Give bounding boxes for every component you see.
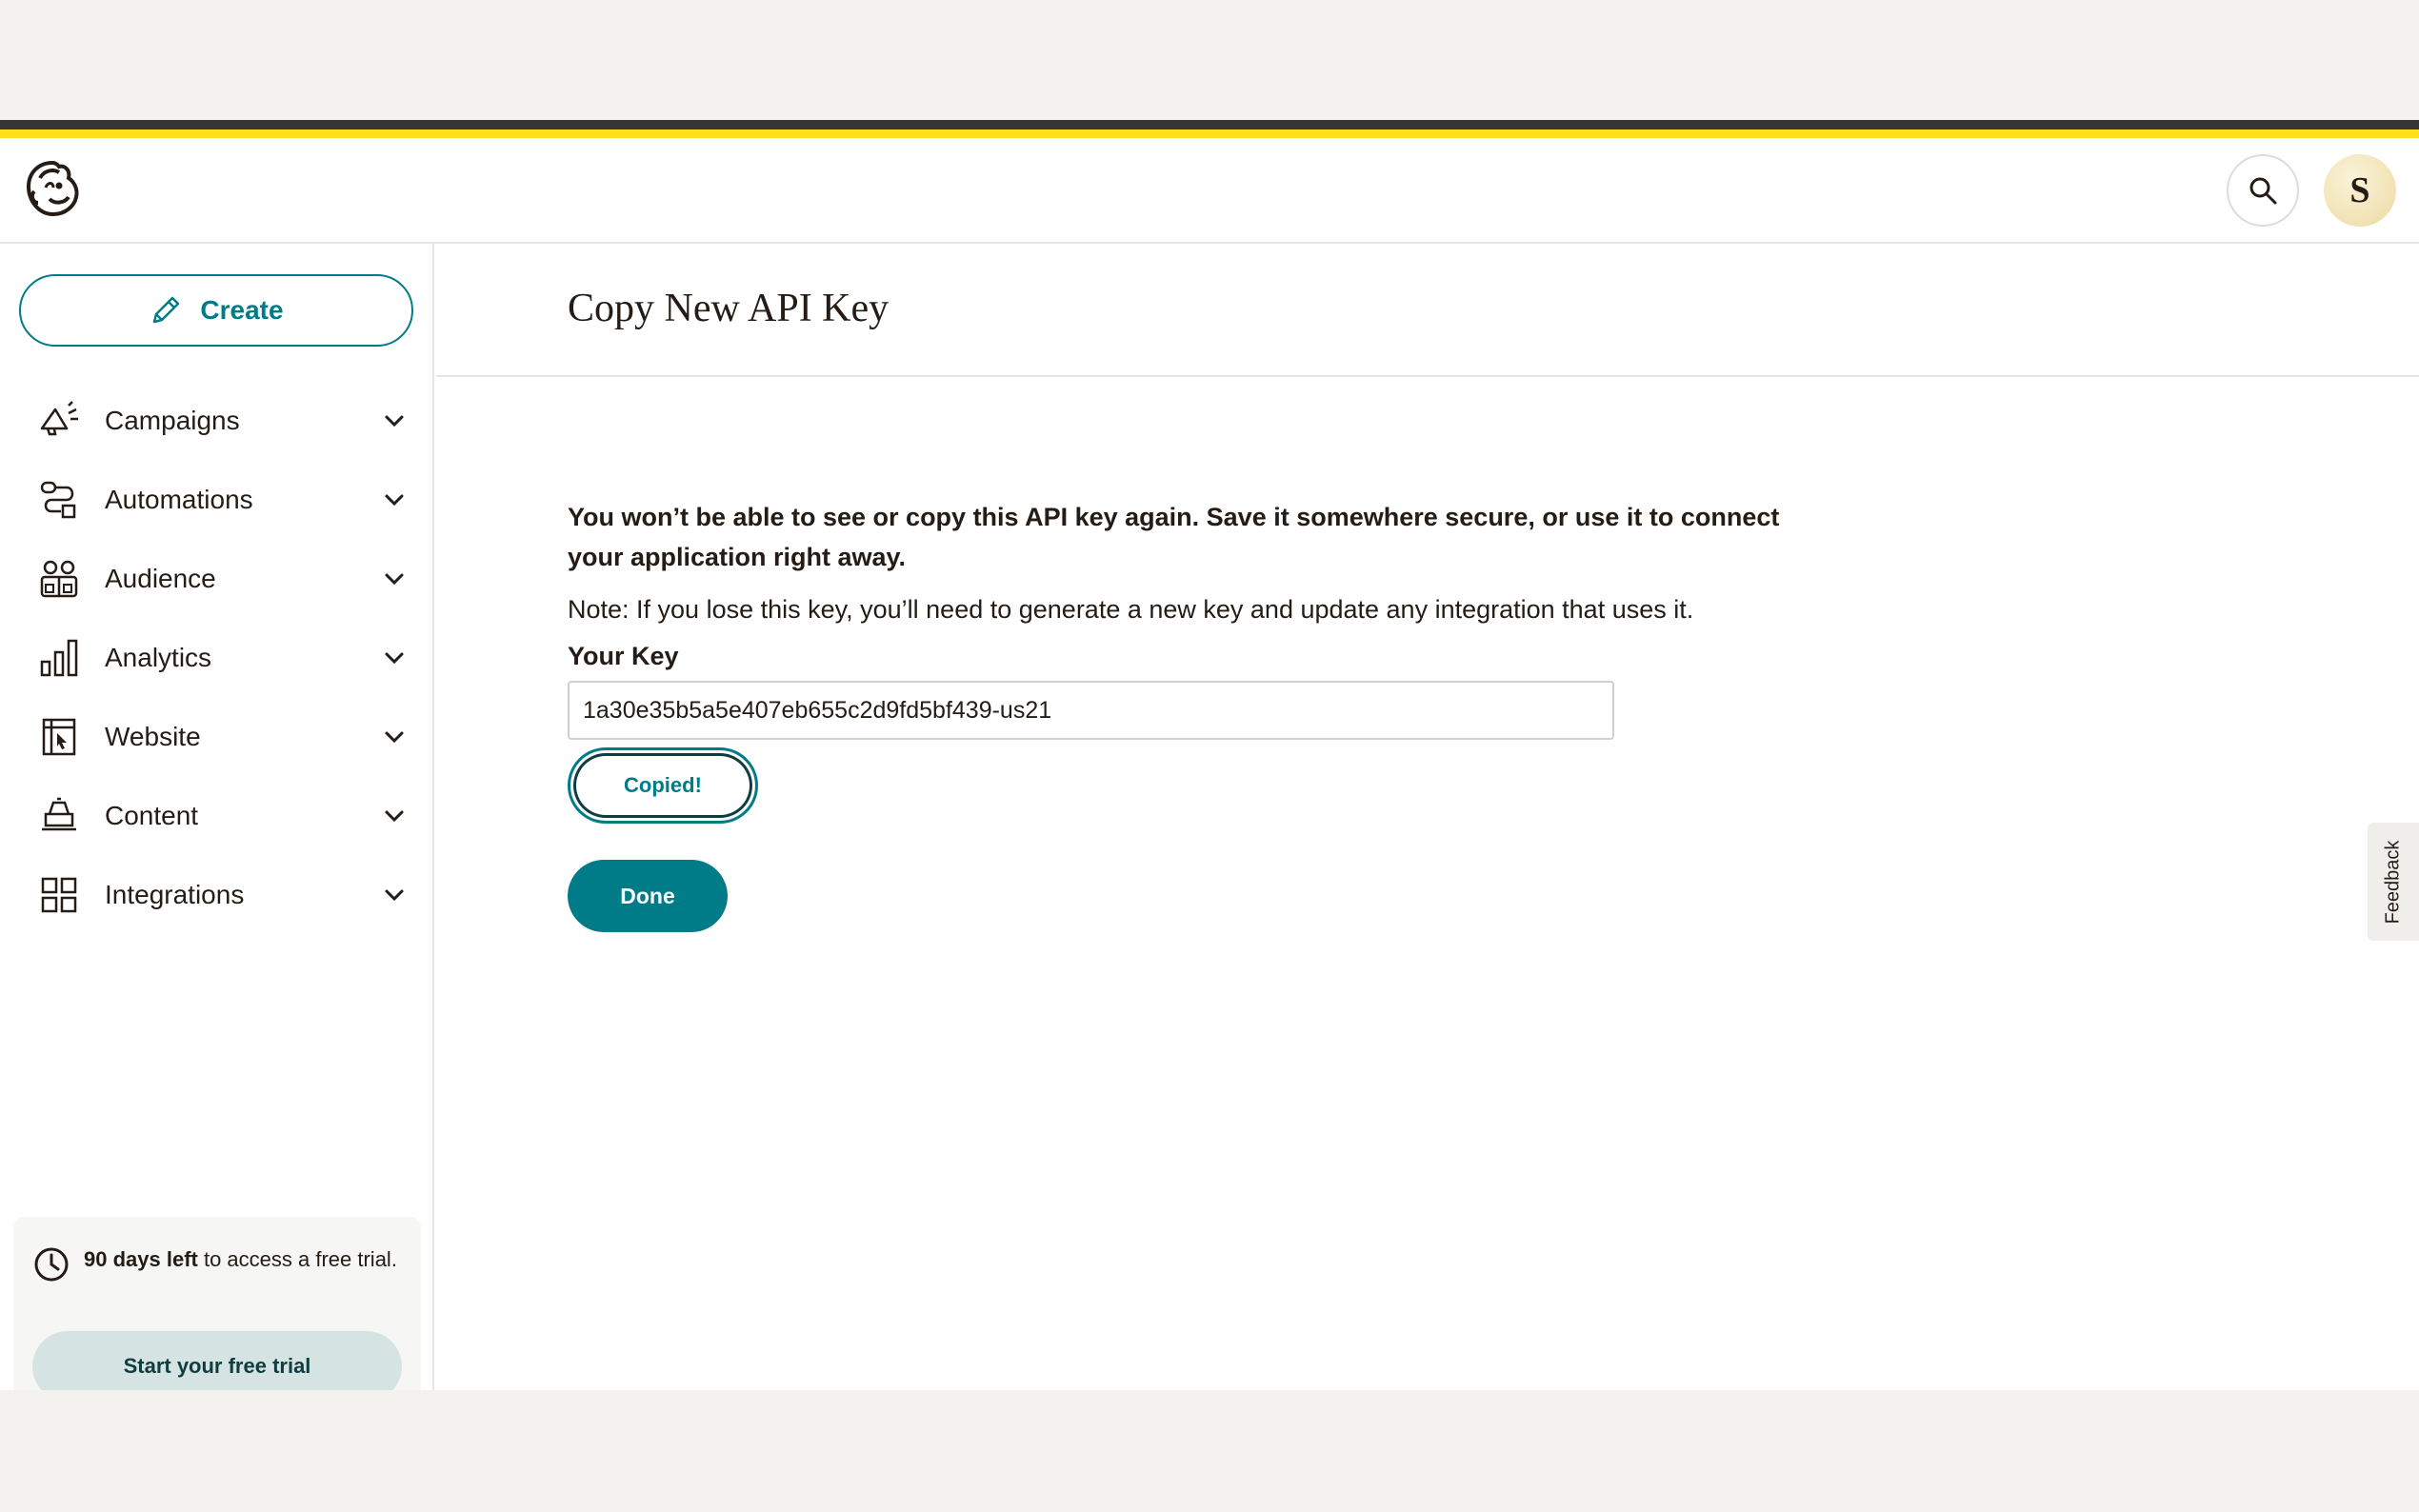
chevron-down-icon bbox=[381, 645, 408, 671]
create-button-label: Create bbox=[200, 295, 284, 325]
sidebar-item-audience[interactable]: Audience bbox=[0, 539, 434, 618]
sidebar-item-label: Content bbox=[105, 800, 199, 830]
megaphone-icon bbox=[36, 398, 82, 444]
done-button[interactable]: Done bbox=[568, 860, 728, 932]
api-key-field[interactable] bbox=[568, 681, 1614, 740]
sidebar-item-integrations[interactable]: Integrations bbox=[0, 855, 434, 934]
search-button[interactable] bbox=[2227, 154, 2299, 227]
sidebar-item-label: Integrations bbox=[105, 879, 245, 909]
sidebar-item-analytics[interactable]: Analytics bbox=[0, 618, 434, 697]
chevron-down-icon bbox=[381, 882, 408, 908]
chevron-down-icon bbox=[381, 803, 408, 829]
app-window: S Create Campaigns Automations Audience … bbox=[0, 120, 2419, 1390]
trial-message: 90 days left to access a free trial. bbox=[84, 1243, 398, 1276]
top-navigation: S bbox=[0, 138, 2419, 244]
automation-flow-icon bbox=[36, 477, 82, 523]
sidebar-item-label: Website bbox=[105, 721, 201, 751]
chevron-down-icon bbox=[381, 487, 408, 513]
chevron-down-icon bbox=[381, 566, 408, 592]
page-title: Copy New API Key bbox=[568, 287, 890, 330]
user-avatar[interactable]: S bbox=[2324, 154, 2396, 227]
chevron-down-icon bbox=[381, 724, 408, 750]
api-key-note: Note: If you lose this key, you’ll need … bbox=[568, 595, 1694, 624]
bar-chart-icon bbox=[36, 635, 82, 681]
sidebar-item-label: Analytics bbox=[105, 642, 212, 672]
sidebar-item-campaigns[interactable]: Campaigns bbox=[0, 381, 434, 460]
copy-key-button[interactable]: Copied! bbox=[568, 747, 758, 824]
sidebar-item-automations[interactable]: Automations bbox=[0, 460, 434, 539]
sidebar-item-label: Campaigns bbox=[105, 405, 240, 435]
feedback-label: Feedback bbox=[2382, 840, 2404, 924]
api-key-panel: You won’t be able to see or copy this AP… bbox=[568, 497, 1901, 932]
sidebar: Create Campaigns Automations Audience An… bbox=[0, 244, 434, 1390]
api-key-warning: You won’t be able to see or copy this AP… bbox=[568, 503, 1780, 571]
trial-card: 90 days left to access a free trial. Sta… bbox=[13, 1217, 421, 1390]
grid-icon bbox=[36, 872, 82, 918]
your-key-label: Your Key bbox=[568, 642, 679, 670]
create-button[interactable]: Create bbox=[19, 274, 413, 347]
trial-message-rest: to access a free trial. bbox=[197, 1247, 397, 1271]
search-icon bbox=[2249, 177, 2277, 205]
browser-backdrop-top bbox=[0, 0, 2419, 120]
trial-days-left: 90 days left bbox=[84, 1247, 198, 1271]
page-header: Copy New API Key bbox=[436, 244, 2419, 377]
browser-backdrop-bottom bbox=[0, 1390, 2419, 1512]
clock-icon bbox=[32, 1245, 70, 1283]
top-yellow-bar bbox=[0, 129, 2419, 138]
content-icon bbox=[36, 793, 82, 839]
pencil-icon bbox=[153, 296, 180, 324]
start-free-trial-button[interactable]: Start your free trial bbox=[32, 1331, 402, 1390]
top-dark-bar bbox=[0, 120, 2419, 129]
mailchimp-logo-icon[interactable] bbox=[21, 157, 84, 222]
chevron-down-icon bbox=[381, 408, 408, 434]
sidebar-item-website[interactable]: Website bbox=[0, 697, 434, 776]
feedback-tab[interactable]: Feedback bbox=[2368, 823, 2419, 941]
audience-icon bbox=[36, 556, 82, 602]
sidebar-item-label: Automations bbox=[105, 484, 253, 514]
main-content: Copy New API Key You won’t be able to se… bbox=[436, 244, 2419, 1390]
sidebar-item-label: Audience bbox=[105, 563, 216, 593]
sidebar-nav: Campaigns Automations Audience Analytics… bbox=[0, 381, 434, 934]
sidebar-item-content[interactable]: Content bbox=[0, 776, 434, 855]
website-icon bbox=[36, 714, 82, 760]
